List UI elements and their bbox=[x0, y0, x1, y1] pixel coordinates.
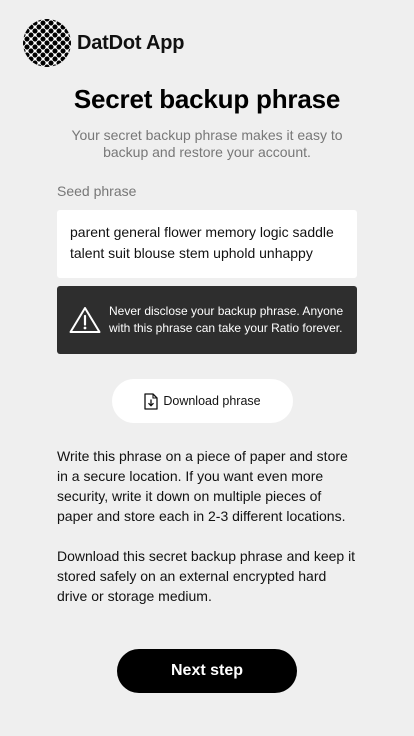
download-file-icon bbox=[144, 392, 158, 410]
instructions-paragraph-2: Download this secret backup phrase and k… bbox=[57, 548, 356, 604]
next-step-button[interactable]: Next step bbox=[117, 649, 297, 693]
instructions-paragraph-1: Write this phrase on a piece of paper an… bbox=[57, 448, 348, 524]
download-phrase-label: Download phrase bbox=[163, 394, 261, 408]
download-phrase-button[interactable]: Download phrase bbox=[112, 379, 293, 423]
seed-phrase-box[interactable]: parent general flower memory logic saddl… bbox=[57, 210, 357, 278]
seed-phrase-label: Seed phrase bbox=[57, 183, 137, 199]
page-title: Secret backup phrase bbox=[73, 84, 341, 114]
dotted-circle-logo-icon bbox=[23, 19, 71, 67]
page-subtitle: Your secret backup phrase makes it easy … bbox=[71, 127, 343, 160]
warning-text: Never disclose your backup phrase. Anyon… bbox=[109, 303, 344, 336]
backup-phrase-screen: DatDot App Secret backup phrase Your sec… bbox=[0, 0, 414, 736]
warning-triangle-icon bbox=[69, 307, 101, 333]
warning-banner: Never disclose your backup phrase. Anyon… bbox=[57, 286, 357, 354]
app-name: DatDot App bbox=[77, 31, 185, 54]
app-brand: DatDot App bbox=[23, 19, 184, 67]
